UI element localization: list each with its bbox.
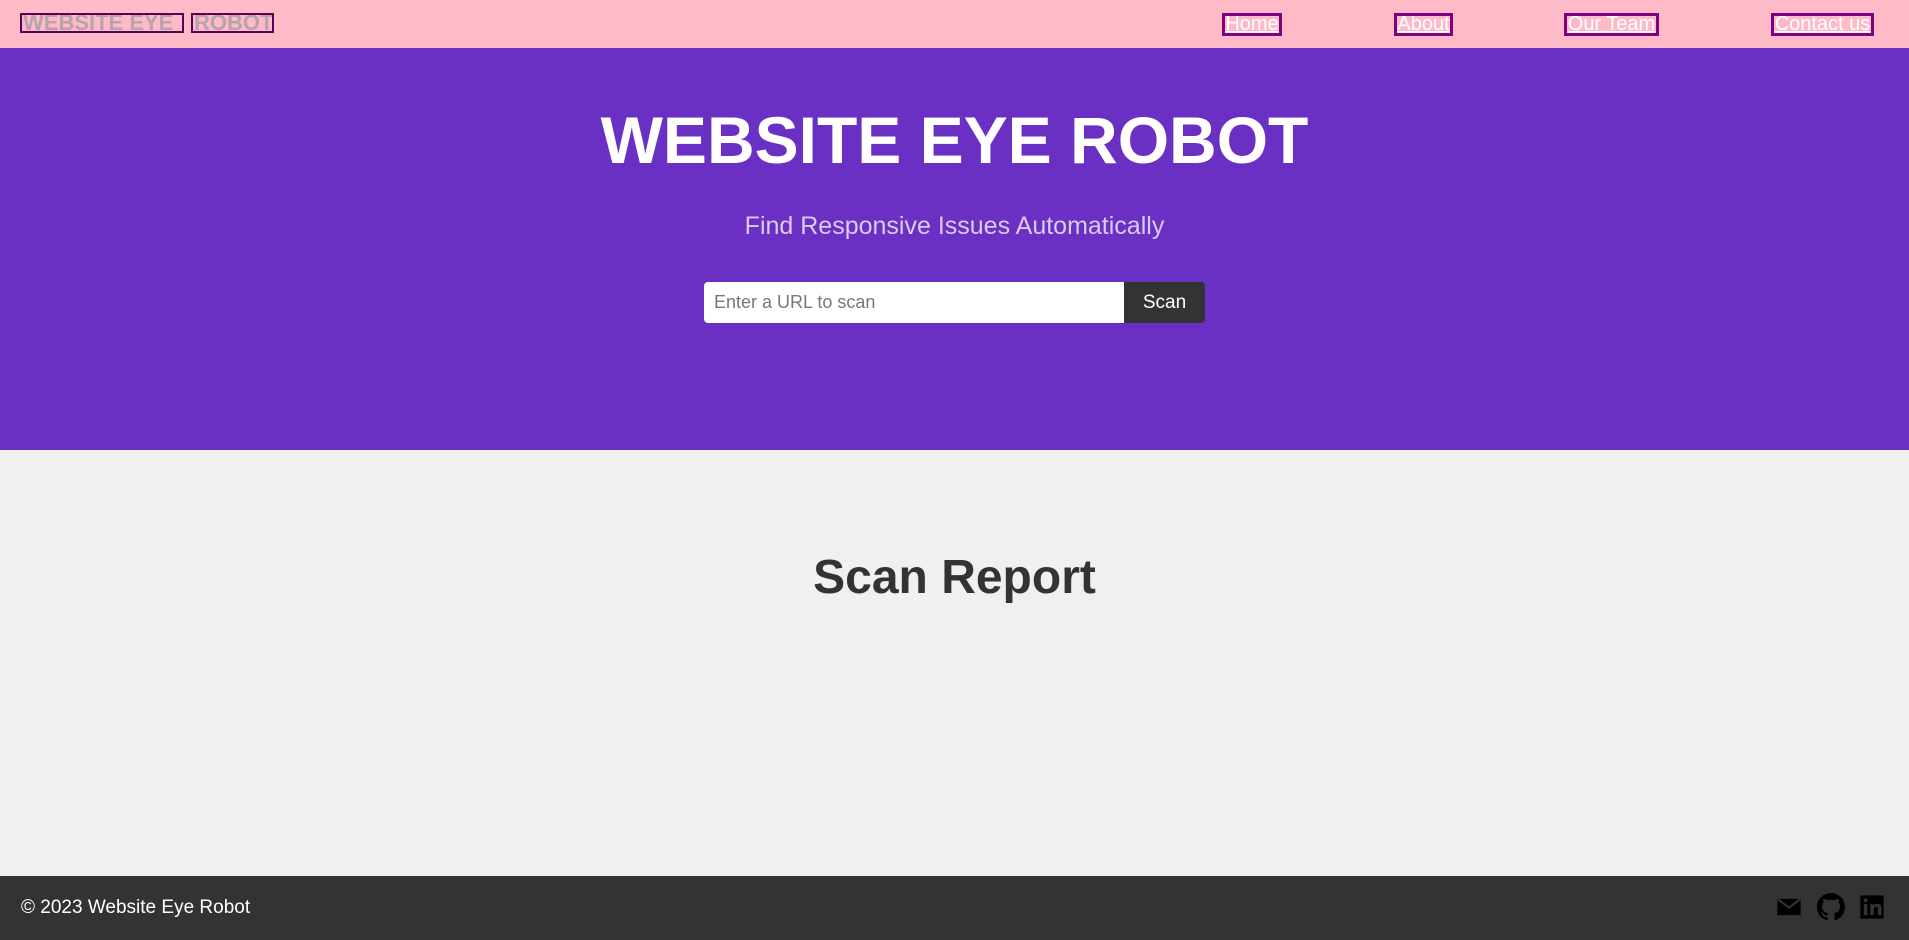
scan-form: Scan [704, 282, 1205, 323]
nav-link-our-team[interactable]: Our Team [1564, 13, 1659, 36]
scan-button[interactable]: Scan [1124, 282, 1205, 323]
brand-text-part2[interactable]: ROBOT [191, 13, 274, 33]
github-icon[interactable] [1817, 893, 1845, 921]
footer: © 2023 Website Eye Robot [0, 876, 1909, 940]
hero-section: WEBSITE EYE ROBOT Find Responsive Issues… [0, 48, 1909, 450]
scan-report-section: Scan Report [0, 450, 1909, 876]
linkedin-icon[interactable] [1858, 893, 1886, 921]
url-input[interactable] [704, 282, 1124, 323]
top-navbar: WEBSITE EYE ROBOT Home About Our Team Co… [0, 0, 1909, 48]
copyright-text: © 2023 Website Eye Robot [21, 897, 251, 918]
brand-text-part1[interactable]: WEBSITE EYE [20, 13, 184, 33]
nav-link-contact-us[interactable]: Contact us [1771, 13, 1874, 36]
brand-logo[interactable]: WEBSITE EYE ROBOT [20, 13, 274, 33]
hero-subtitle: Find Responsive Issues Automatically [744, 212, 1165, 240]
nav-link-home[interactable]: Home [1222, 13, 1282, 36]
nav-link-about[interactable]: About [1394, 13, 1453, 36]
scan-report-title: Scan Report [813, 551, 1096, 604]
hero-title: WEBSITE EYE ROBOT [600, 103, 1309, 177]
email-icon[interactable] [1775, 893, 1803, 921]
